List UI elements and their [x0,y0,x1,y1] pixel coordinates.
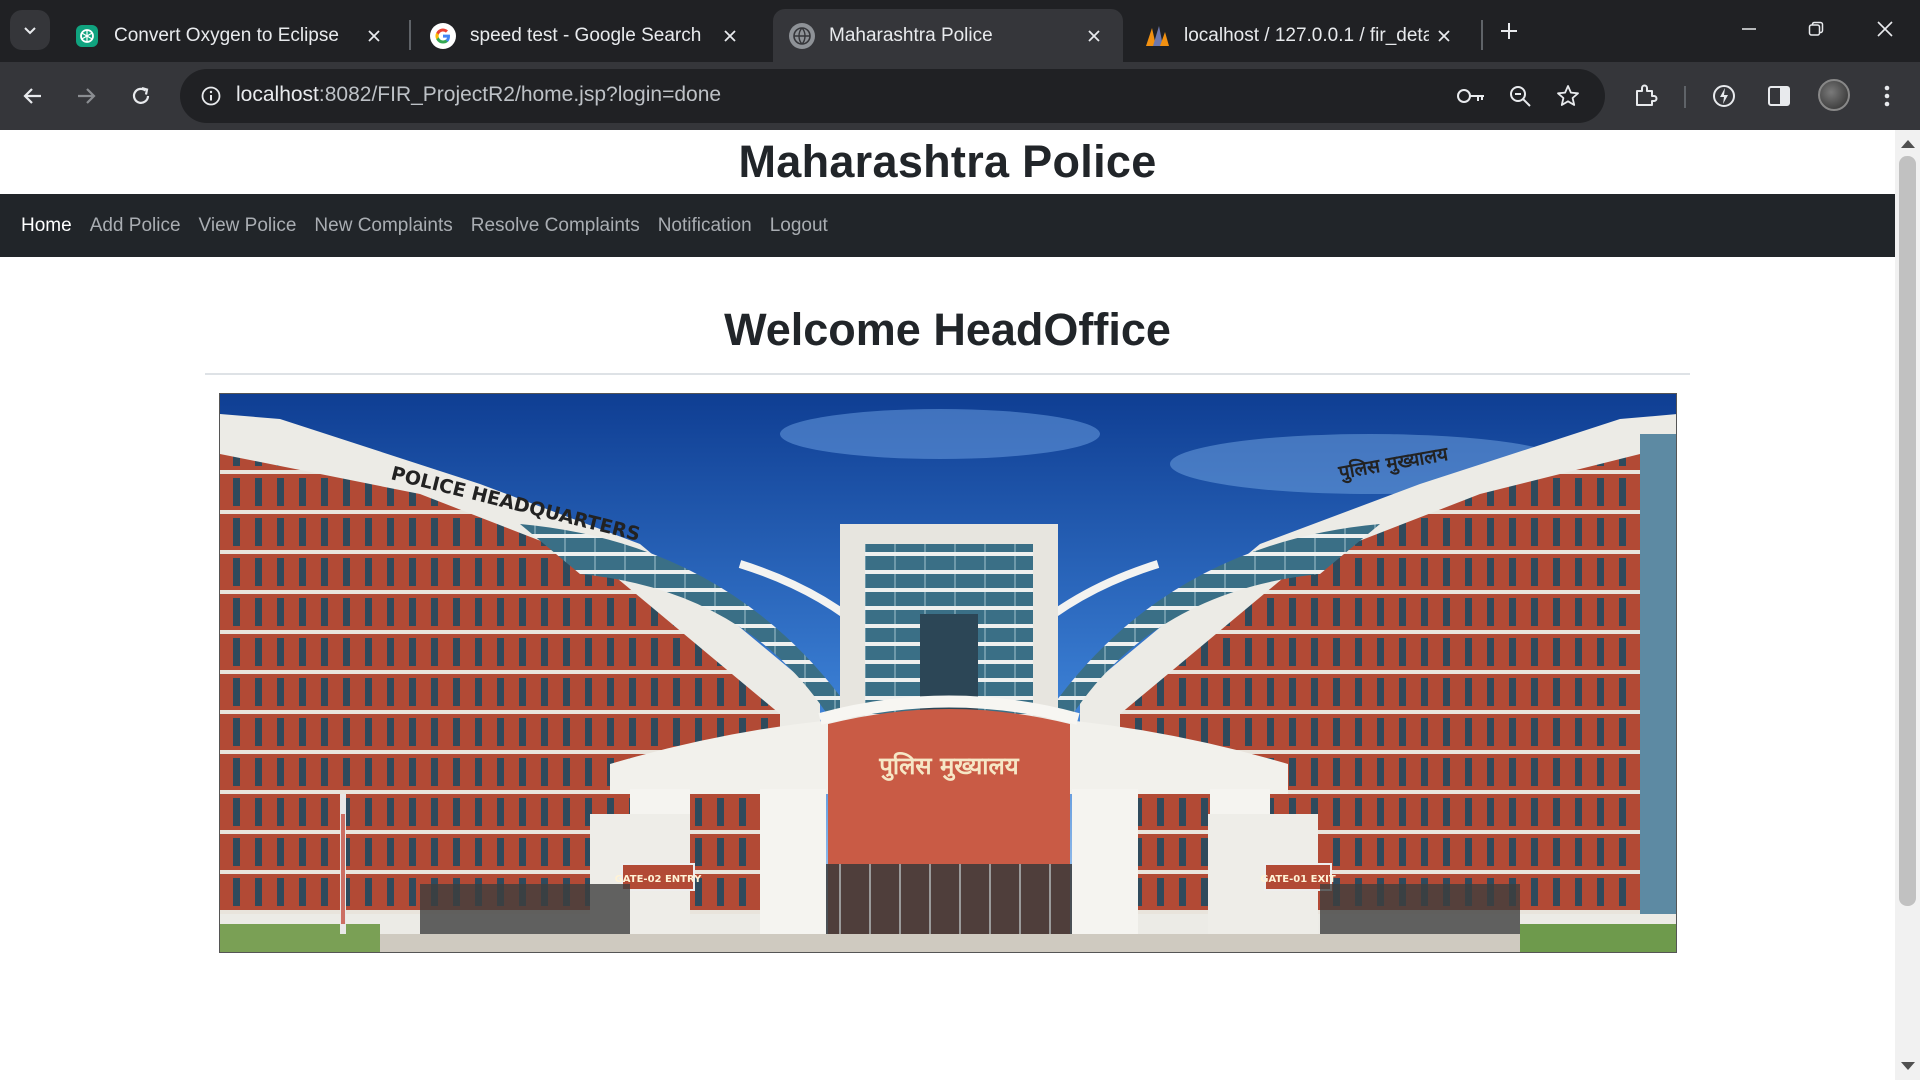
hero-gate-right: GATE-01 EXIT [1260,874,1336,885]
close-icon[interactable] [359,21,389,51]
scroll-down-arrow[interactable] [1901,1062,1915,1070]
close-icon [1877,21,1893,37]
forward-button[interactable] [65,75,107,117]
nav-new-complaints[interactable]: New Complaints [305,215,461,237]
scroll-up-arrow[interactable] [1901,140,1915,148]
tab-convert-oxygen[interactable]: Convert Oxygen to Eclipse [58,9,403,62]
tab-title: speed test - Google Search [470,24,702,46]
extensions-icon[interactable] [1625,75,1667,117]
welcome-section: Welcome HeadOffice [205,302,1690,358]
new-tab-button[interactable] [1490,12,1528,50]
close-window-button[interactable] [1854,0,1916,58]
nav-view-police[interactable]: View Police [190,215,306,237]
hero-gate-left: GATE-02 ENTRY [615,874,703,885]
address-bar[interactable]: localhost:8082/FIR_ProjectR2/home.jsp?lo… [180,69,1605,123]
scroll-thumb[interactable] [1899,156,1916,906]
chevron-down-icon [24,27,36,35]
nav-notification[interactable]: Notification [649,215,761,237]
reload-button[interactable] [120,75,162,117]
tab-title: Maharashtra Police [829,24,993,46]
nav-logout[interactable]: Logout [761,215,837,237]
more-menu-icon[interactable] [1866,75,1908,117]
restore-icon [1808,21,1824,36]
page-scrollbar[interactable] [1895,130,1920,1080]
browser-tab-strip: Convert Oxygen to Eclipse speed test - G… [0,0,1920,62]
close-icon[interactable] [1079,21,1109,51]
arrow-left-icon [23,88,41,104]
arrow-right-icon [78,88,96,104]
tab-separator [1481,20,1483,50]
page-viewport: Maharashtra Police Home Add Police View … [0,130,1920,1080]
profile-avatar[interactable] [1818,79,1850,111]
bookmark-star-icon[interactable] [1550,78,1586,114]
restore-button[interactable] [1785,0,1847,58]
site-title: Maharashtra Police [738,136,1157,187]
reload-icon [132,86,150,104]
tab-separator [409,20,411,50]
url-text[interactable]: localhost:8082/FIR_ProjectR2/home.jsp?lo… [236,83,721,107]
main-navbar: Home Add Police View Police New Complain… [0,194,1895,257]
url-host: localhost [236,83,319,106]
tab-search-button[interactable] [10,10,50,50]
url-path: :8082/FIR_ProjectR2/home.jsp?login=done [318,83,722,106]
site-header: Maharashtra Police [0,130,1895,194]
tab-speed-test[interactable]: speed test - Google Search [414,9,759,62]
tab-phpmyadmin[interactable]: localhost / 127.0.0.1 / fir_details [1128,9,1473,62]
close-icon[interactable] [715,21,745,51]
browser-toolbar: localhost:8082/FIR_ProjectR2/home.jsp?lo… [0,62,1920,130]
minimize-icon [1742,28,1756,30]
back-button[interactable] [12,75,54,117]
plus-icon [1501,23,1517,39]
side-panel-icon[interactable] [1758,75,1800,117]
performance-icon[interactable] [1703,75,1745,117]
close-icon[interactable] [1429,21,1459,51]
hero-center-sign: पुलिस मुख्यालय [878,752,1019,781]
headquarters-photo: पुलिस मुख्यालय GATE-02 ENTRY GATE-01 EXI… [219,393,1677,953]
nav-add-police[interactable]: Add Police [81,215,190,237]
chatgpt-icon [74,23,100,49]
password-key-icon[interactable] [1453,78,1489,114]
tab-title: localhost / 127.0.0.1 / fir_details [1184,24,1429,46]
tab-maharashtra-police[interactable]: Maharashtra Police [773,9,1123,62]
google-icon [430,22,456,49]
nav-resolve-complaints[interactable]: Resolve Complaints [462,215,649,237]
divider [205,373,1690,375]
zoom-icon[interactable] [1502,78,1538,114]
phpmyadmin-icon [1144,23,1170,49]
site-info-icon[interactable] [192,77,230,115]
nav-home[interactable]: Home [12,215,81,237]
minimize-button[interactable] [1718,0,1780,58]
toolbar-divider [1684,86,1686,108]
globe-icon [789,22,815,49]
welcome-heading: Welcome HeadOffice [724,304,1171,355]
tab-title: Convert Oxygen to Eclipse [114,24,339,46]
